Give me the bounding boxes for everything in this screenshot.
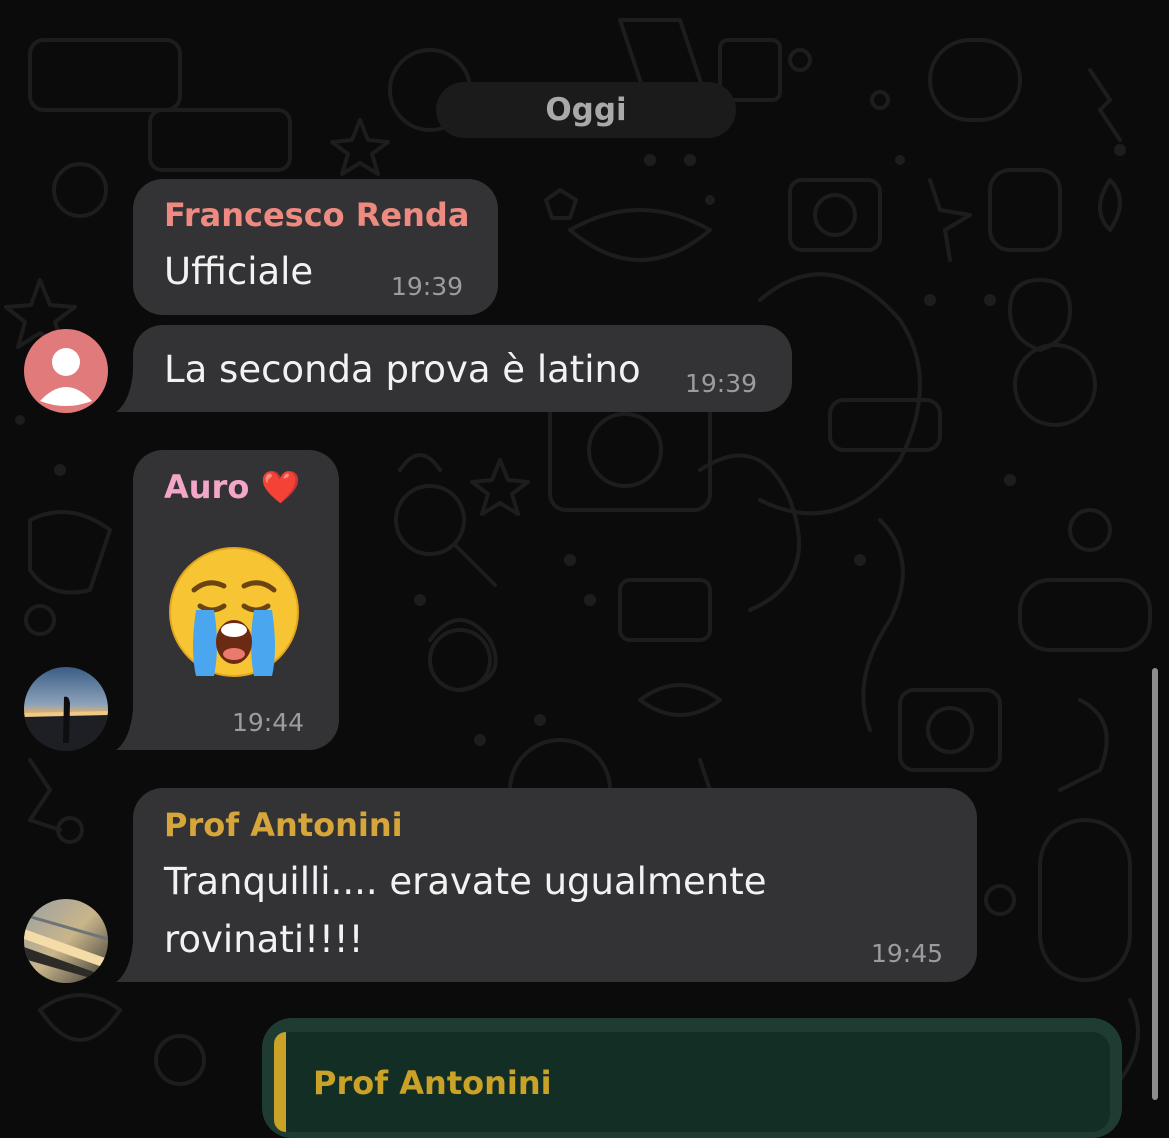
bubble-tail	[116, 372, 142, 412]
avatar-photo	[24, 667, 108, 751]
message-text-line: rovinati!!!!	[164, 918, 364, 961]
sender-name[interactable]: Auro ❤️	[164, 468, 300, 506]
message-text: Ufficiale	[164, 250, 314, 293]
crying-face-icon	[169, 547, 299, 677]
message-timestamp: 19:39	[391, 272, 464, 301]
message-timestamp: 19:45	[871, 939, 944, 968]
avatar-photo	[24, 899, 108, 983]
message-timestamp: 19:39	[685, 369, 758, 398]
sender-name[interactable]: Francesco Renda	[164, 196, 469, 234]
message-text: La seconda prova è latino	[164, 348, 641, 391]
sea-photo-avatar[interactable]	[24, 899, 108, 983]
date-separator: Oggi	[436, 82, 736, 138]
quote-accent-bar	[274, 1032, 286, 1132]
default-user-avatar[interactable]	[24, 329, 108, 413]
sunset-photo-avatar[interactable]	[24, 667, 108, 751]
scrollbar[interactable]	[1152, 668, 1158, 1100]
bubble-tail	[116, 942, 142, 982]
crying-emoji	[166, 544, 302, 680]
quoted-sender-name: Prof Antonini	[313, 1064, 552, 1102]
sender-name[interactable]: Prof Antonini	[164, 806, 403, 844]
message-timestamp: 19:44	[232, 708, 305, 737]
person-icon	[40, 348, 92, 406]
bubble-tail	[116, 710, 142, 750]
message-text-line: Tranquilli.... eravate ugualmente	[164, 860, 767, 903]
